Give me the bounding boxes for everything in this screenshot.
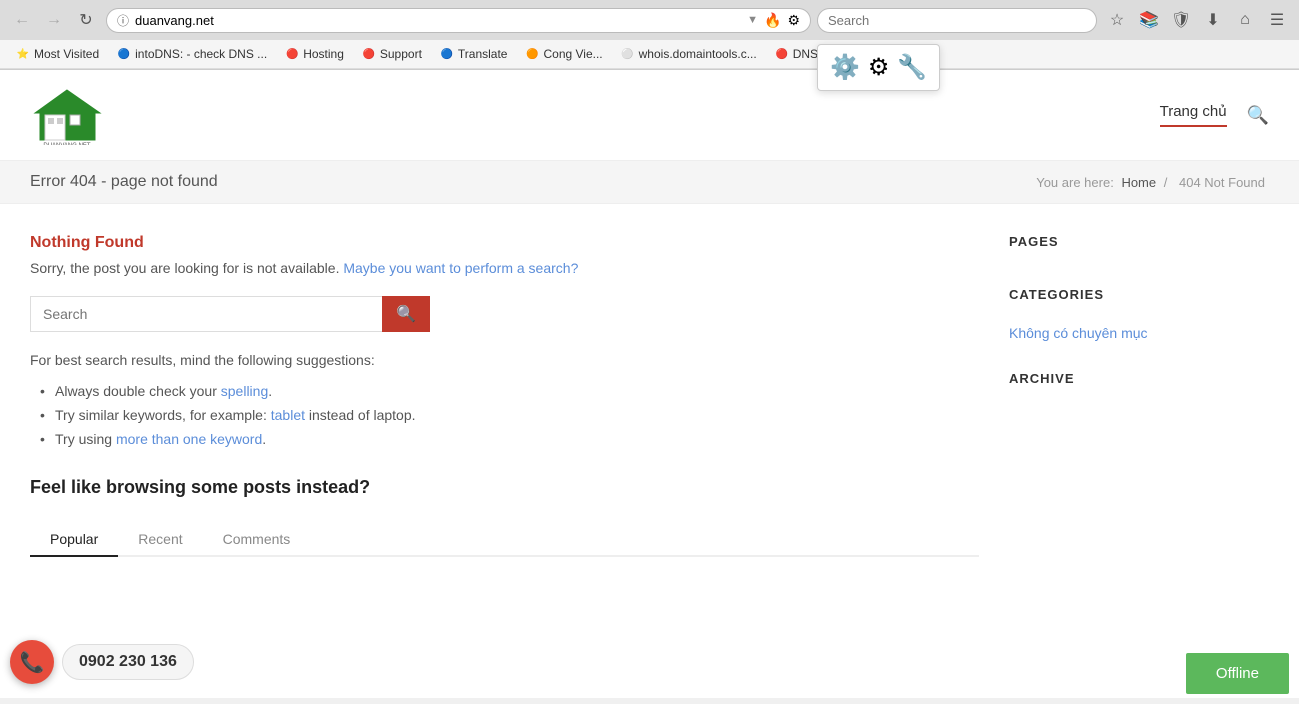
offline-widget[interactable]: Offline [1186,653,1289,694]
back-button[interactable]: ← [8,6,36,34]
url-input[interactable] [135,13,741,28]
bookmark-favicon-6: ⚪ [621,47,635,61]
download-icon[interactable]: ⬇ [1199,6,1227,34]
bookmark-item-0[interactable]: ⭐ Most Visited [8,44,107,64]
main-layout: Nothing Found Sorry, the post you are lo… [0,204,1299,607]
search-tips: For best search results, mind the follow… [30,352,979,368]
phone-icon[interactable]: 📞 [10,640,54,684]
bookmark-item-6[interactable]: ⚪ whois.domaintools.c... [613,44,765,64]
sidebar-categories-heading: CATEGORIES [1009,287,1269,310]
content-area: Nothing Found Sorry, the post you are lo… [30,234,979,577]
tab-comments[interactable]: Comments [203,523,311,555]
address-bar[interactable]: ⓘ ▼ 🔥 ⚙ [106,8,811,33]
search-bar-wrap: ⚙️ ⚙ 🔧 [817,8,1097,33]
bookmark-label-5: Cong Vie... [543,47,602,61]
logo-svg: DUANVANG.NET [30,85,105,145]
gear-gray-icon: ⚙ [868,53,890,82]
browser-chrome: ← → ↻ ⓘ ▼ 🔥 ⚙ ⚙️ ⚙ 🔧 ☆ 📚 🛡 ⬇ ⌂ [0,0,1299,70]
breadcrumb-sep: / [1164,175,1171,190]
gear-popup: ⚙️ ⚙ 🔧 [817,44,940,91]
site-nav: Trang chủ 🔍 [1160,103,1269,127]
perform-search-link[interactable]: Maybe you want to perform a search? [343,260,578,276]
bookmark-item-1[interactable]: 🔵 intoDNS: - check DNS ... [109,44,275,64]
security-icon: ⓘ [117,12,129,29]
bookmark-favicon-0: ⭐ [16,47,30,61]
breadcrumb-prefix: You are here: [1036,175,1114,190]
bookmark-label-2: Hosting [303,47,344,61]
site-logo: DUANVANG.NET [30,85,105,145]
home-icon[interactable]: ⌂ [1231,6,1259,34]
bookmark-item-3[interactable]: 🔴 Support [354,44,430,64]
sidebar-archive: ARCHIVE [1009,371,1269,394]
bookmark-label-3: Support [380,47,422,61]
firefox-sync-icon[interactable]: 🔥 [764,12,781,29]
page-wrapper: DUANVANG.NET Trang chủ 🔍 Error 404 - pag… [0,70,1299,698]
bookmark-favicon-7: 🔴 [775,47,789,61]
svg-text:DUANVANG.NET: DUANVANG.NET [43,143,91,145]
nav-trangchu[interactable]: Trang chủ [1160,103,1227,127]
forward-button[interactable]: → [40,6,68,34]
error-title: Error 404 - page not found [30,173,218,191]
browse-heading: Feel like browsing some posts instead? [30,477,979,498]
bookmarks-bar: ⭐ Most Visited 🔵 intoDNS: - check DNS ... 🔴 H… [0,40,1299,69]
bookmark-label-6: whois.domaintools.c... [639,47,757,61]
bookmark-label-4: Translate [458,47,508,61]
bookmark-item-4[interactable]: 🔵 Translate [432,44,516,64]
address-dropdown-icon[interactable]: ▼ [747,14,758,26]
tip-item-2: Try similar keywords, for example: table… [40,407,979,423]
bookmark-favicon-2: 🔴 [285,47,299,61]
library-icon[interactable]: 📚 [1135,6,1163,34]
shield-icon[interactable]: 🛡 [1167,6,1195,34]
sidebar: PAGES CATEGORIES Không có chuyên mục ARC… [1009,234,1269,577]
tip-item-3: Try using more than one keyword. [40,431,979,447]
bookmark-item-2[interactable]: 🔴 Hosting [277,44,352,64]
nothing-found-desc: Sorry, the post you are looking for is n… [30,260,979,276]
nothing-found-title: Nothing Found [30,234,979,252]
breadcrumb-home[interactable]: Home [1121,175,1156,190]
tip-spelling-link[interactable]: spelling [221,383,268,399]
phone-number: 0902 230 136 [62,644,194,680]
bookmark-favicon-3: 🔴 [362,47,376,61]
search-form: 🔍 [30,296,430,332]
browser-search-input[interactable] [817,8,1097,33]
post-tabs: Popular Recent Comments [30,523,979,557]
toolbar-actions: ☆ 📚 🛡 ⬇ ⌂ ☰ [1103,6,1291,34]
bookmark-favicon-4: 🔵 [440,47,454,61]
refresh-button[interactable]: ↻ [72,6,100,34]
phone-widget: 📞 0902 230 136 [10,640,194,684]
content-search-button[interactable]: 🔍 [382,296,430,332]
sidebar-categories: CATEGORIES Không có chuyên mục [1009,287,1269,341]
tip-multiple-link[interactable]: more than one keyword [116,431,262,447]
breadcrumb-current: 404 Not Found [1179,175,1265,190]
tip-tablet-link[interactable]: tablet [271,407,305,423]
breadcrumb: You are here: Home / 404 Not Found [1032,175,1269,190]
content-search-input[interactable] [30,296,382,332]
tab-recent[interactable]: Recent [118,523,202,555]
page-header-bar: Error 404 - page not found You are here:… [0,161,1299,204]
sidebar-category-link[interactable]: Không có chuyên mục [1009,325,1269,341]
nav-search-icon[interactable]: 🔍 [1247,105,1269,126]
bookmark-favicon-1: 🔵 [117,47,131,61]
sidebar-pages: PAGES [1009,234,1269,257]
tips-list: Always double check your spelling. Try s… [30,383,979,447]
menu-icon[interactable]: ☰ [1263,6,1291,34]
bookmark-item-5[interactable]: 🟠 Cong Vie... [517,44,610,64]
tab-popular[interactable]: Popular [30,523,118,557]
sidebar-archive-heading: ARCHIVE [1009,371,1269,394]
extension-icon[interactable]: ⚙ [787,12,800,29]
gear-blue-icon: ⚙️ [830,53,860,82]
bookmark-favicon-5: 🟠 [525,47,539,61]
nothing-found-text: Sorry, the post you are looking for is n… [30,260,339,276]
wrench-icon: 🔧 [897,53,927,82]
bookmark-label-1: intoDNS: - check DNS ... [135,47,267,61]
nav-buttons: ← → ↻ [8,6,100,34]
bookmark-label-0: Most Visited [34,47,99,61]
sidebar-pages-heading: PAGES [1009,234,1269,257]
star-icon[interactable]: ☆ [1103,6,1131,34]
site-header: DUANVANG.NET Trang chủ 🔍 [0,70,1299,161]
browser-toolbar: ← → ↻ ⓘ ▼ 🔥 ⚙ ⚙️ ⚙ 🔧 ☆ 📚 🛡 ⬇ ⌂ [0,0,1299,40]
tip-item-1: Always double check your spelling. [40,383,979,399]
